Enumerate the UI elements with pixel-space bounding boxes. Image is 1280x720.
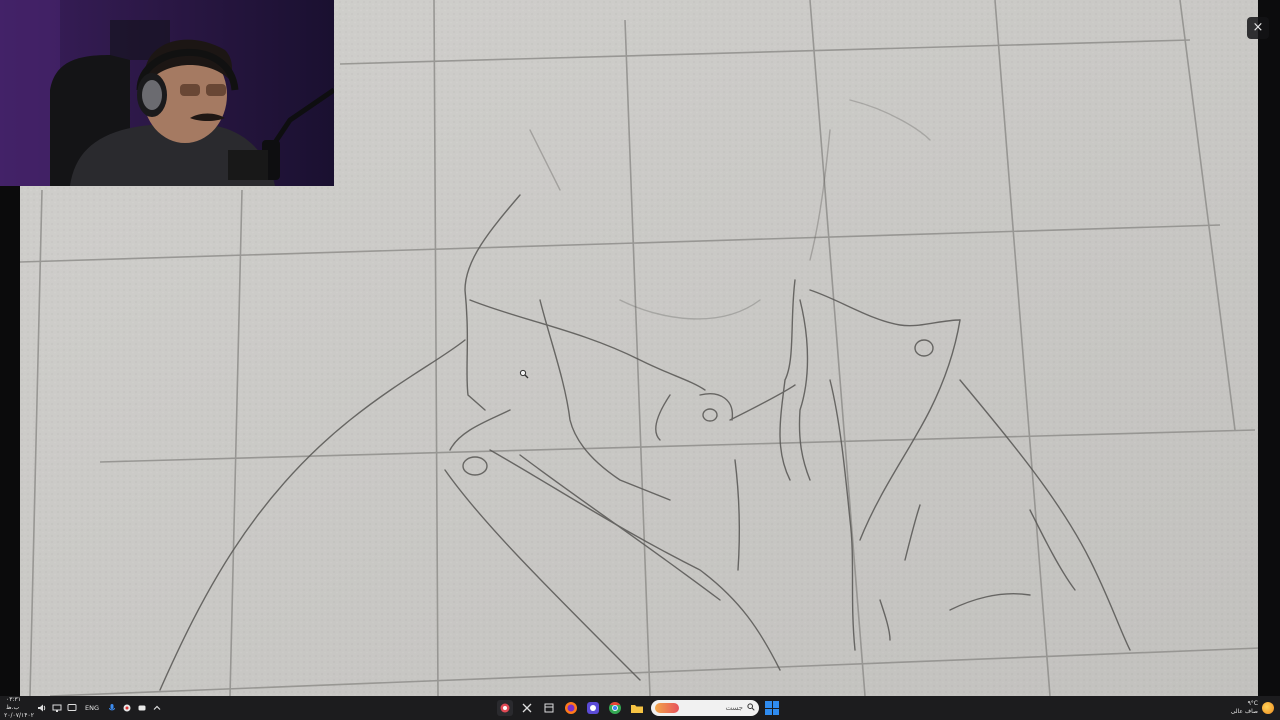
clock-time: ۰۳:۳۱ ب.ظ xyxy=(6,696,21,711)
weather-temperature: ۹°C xyxy=(1247,700,1258,707)
taskbar-apps: جست xyxy=(497,696,779,720)
sun-icon xyxy=(1262,702,1274,714)
clock[interactable]: ۰۳:۳۱ ب.ظ ۲۰/۰۷/۱۴۰۲ xyxy=(4,696,34,720)
system-tray: ۰۳:۳۱ ب.ظ ۲۰/۰۷/۱۴۰۲ ENG xyxy=(4,696,162,720)
weather-condition: صاف عالی xyxy=(1230,708,1258,715)
search-highlight-icon xyxy=(655,703,679,713)
taskbar: ۰۳:۳۱ ب.ظ ۲۰/۰۷/۱۴۰۲ ENG جست ۹°C صاف عال… xyxy=(0,696,1280,720)
weather-widget[interactable]: ۹°C صاف عالی xyxy=(1231,696,1274,720)
monitor-icon[interactable] xyxy=(67,703,77,713)
chevron-up-icon[interactable] xyxy=(152,703,162,713)
app-icon[interactable] xyxy=(497,700,513,716)
webcam-feed xyxy=(0,0,334,186)
volume-icon[interactable] xyxy=(37,703,47,713)
webcam-overlay xyxy=(0,0,334,186)
search-icon xyxy=(747,703,755,713)
taskbar-search[interactable]: جست xyxy=(651,700,759,716)
right-edge-bar xyxy=(1258,0,1280,696)
snipping-tool-icon[interactable] xyxy=(519,700,535,716)
app-icon[interactable] xyxy=(585,700,601,716)
app-icon[interactable] xyxy=(122,703,132,713)
app-icon[interactable] xyxy=(137,703,147,713)
network-icon[interactable] xyxy=(52,703,62,713)
language-indicator[interactable]: ENG xyxy=(82,704,102,712)
magnifier-cursor-icon xyxy=(519,369,529,379)
clock-date: ۲۰/۰۷/۱۴۰۲ xyxy=(4,712,34,719)
chrome-icon[interactable] xyxy=(607,700,623,716)
firefox-icon[interactable] xyxy=(563,700,579,716)
weather-text: ۹°C صاف عالی xyxy=(1231,700,1258,716)
close-button[interactable]: × xyxy=(1247,17,1269,39)
microphone-icon[interactable] xyxy=(107,703,117,713)
file-explorer-icon[interactable] xyxy=(629,700,645,716)
task-view-icon[interactable] xyxy=(541,700,557,716)
start-button[interactable] xyxy=(765,701,779,715)
search-placeholder: جست xyxy=(725,704,743,712)
screen: × ۰۳:۳۱ ب.ظ ۲۰/۰۷/۱۴۰۲ ENG جست ۹°C صاف ع… xyxy=(0,0,1280,720)
